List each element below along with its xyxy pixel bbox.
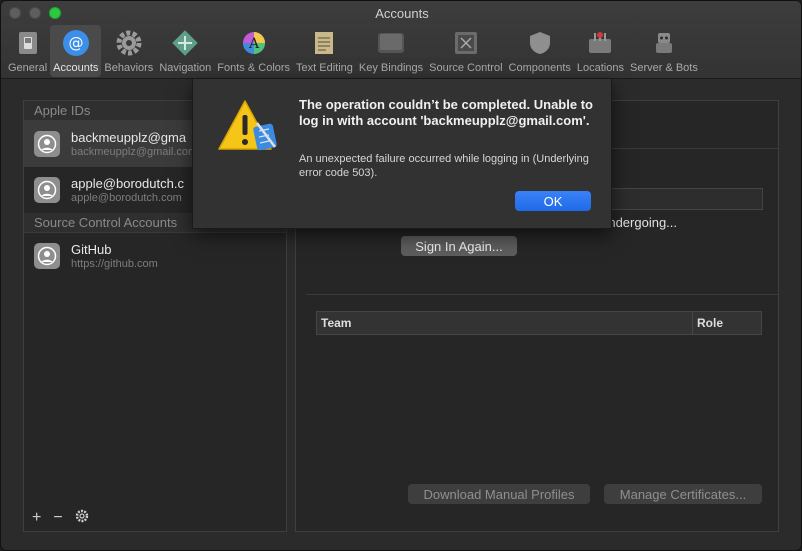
drive-icon — [585, 28, 615, 58]
robot-icon — [649, 28, 679, 58]
svg-text:@: @ — [68, 34, 83, 52]
divider — [306, 294, 778, 295]
tab-text-editing-label: Text Editing — [296, 62, 353, 74]
sign-in-again-button[interactable]: Sign In Again... — [401, 236, 517, 256]
tab-source-control-label: Source Control — [429, 62, 503, 74]
color-wheel-icon: A — [239, 28, 269, 58]
account-url: https://github.com — [71, 257, 158, 270]
source-control-icon — [451, 28, 481, 58]
tab-accounts-label: Accounts — [53, 62, 99, 74]
alert-title: The operation couldn’t be completed. Una… — [299, 97, 593, 128]
remove-account-button[interactable]: − — [53, 509, 62, 527]
account-name: apple@borodutch.c — [71, 175, 184, 191]
tab-text-editing[interactable]: Text Editing — [293, 25, 356, 77]
account-email: backmeupplz@gmail.com — [71, 145, 198, 158]
download-manual-profiles-button[interactable]: Download Manual Profiles — [408, 484, 590, 504]
gear-icon[interactable] — [75, 509, 89, 528]
tab-locations[interactable]: Locations — [574, 25, 627, 77]
preferences-window: Accounts General @ Accounts Behaviors Na… — [0, 0, 802, 551]
role-column-header[interactable]: Role — [693, 312, 761, 334]
warning-xcode-icon — [217, 97, 281, 157]
tab-server-bots-label: Server & Bots — [629, 62, 698, 74]
keyboard-key-icon — [376, 28, 406, 58]
tab-general[interactable]: General — [5, 25, 50, 77]
tab-server-bots[interactable]: Server & Bots — [627, 25, 701, 77]
tab-components-label: Components — [508, 62, 571, 74]
tab-key-bindings[interactable]: Key Bindings — [356, 25, 426, 77]
team-column-header[interactable]: Team — [317, 312, 693, 334]
switch-icon — [13, 28, 43, 58]
tab-key-bindings-label: Key Bindings — [358, 62, 424, 74]
window-title: Accounts — [375, 6, 429, 21]
user-avatar-icon — [34, 243, 60, 269]
move-arrows-icon — [170, 28, 200, 58]
user-avatar-icon — [34, 131, 60, 157]
tab-behaviors[interactable]: Behaviors — [101, 25, 156, 77]
tab-fonts-colors[interactable]: A Fonts & Colors — [214, 25, 293, 77]
account-row[interactable]: GitHub https://github.com — [24, 233, 286, 279]
tab-locations-label: Locations — [576, 62, 624, 74]
team-table-header: Team Role — [316, 311, 762, 335]
tab-navigation-label: Navigation — [159, 62, 212, 74]
tab-accounts[interactable]: @ Accounts — [50, 25, 102, 77]
alert-message: An unexpected failure occurred while log… — [299, 153, 589, 179]
preference-tabs: General @ Accounts Behaviors Navigation — [5, 25, 701, 77]
add-account-button[interactable]: + — [32, 509, 41, 527]
tab-fonts-colors-label: Fonts & Colors — [217, 62, 291, 74]
notepad-icon — [309, 28, 339, 58]
sidebar-footer: + − — [32, 507, 89, 529]
tab-navigation[interactable]: Navigation — [156, 25, 214, 77]
at-sign-icon: @ — [61, 28, 91, 58]
tab-source-control[interactable]: Source Control — [426, 25, 505, 77]
user-avatar-icon — [34, 177, 60, 203]
gear-icon — [114, 28, 144, 58]
account-name: GitHub — [71, 241, 112, 257]
error-alert-sheet: The operation couldn’t be completed. Una… — [192, 79, 612, 229]
shield-icon — [525, 28, 555, 58]
account-name: backmeupplz@gma — [71, 129, 187, 145]
tab-behaviors-label: Behaviors — [104, 62, 154, 74]
account-email: apple@borodutch.com — [71, 191, 182, 204]
svg-text:A: A — [248, 36, 260, 52]
ok-button[interactable]: OK — [515, 191, 591, 211]
tab-general-label: General — [8, 62, 48, 74]
manage-certificates-button[interactable]: Manage Certificates... — [604, 484, 762, 504]
toolbar: Accounts General @ Accounts Behaviors Na… — [1, 1, 801, 79]
tab-components[interactable]: Components — [506, 25, 574, 77]
